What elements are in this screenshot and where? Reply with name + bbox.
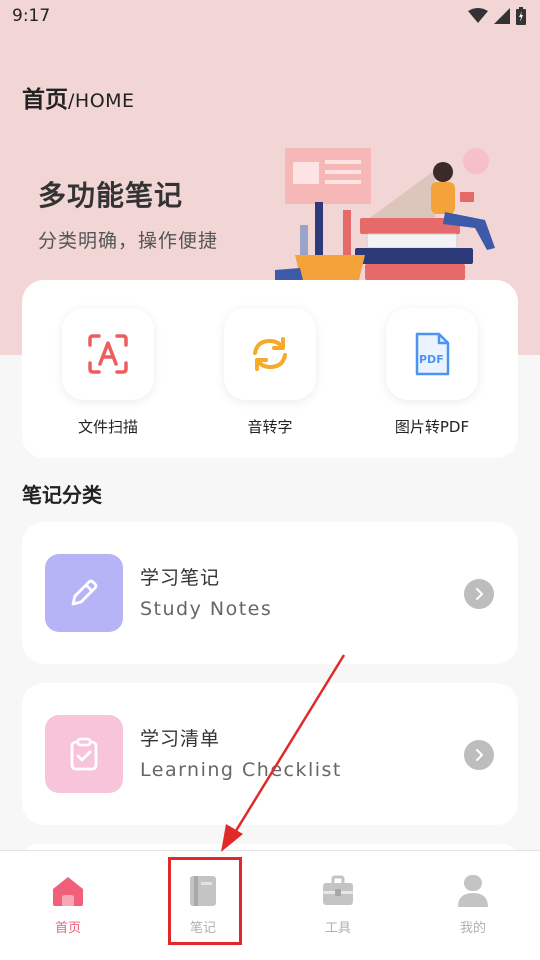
nav-label: 我的 <box>459 921 486 936</box>
bottom-navigation: 首页 笔记 工具 我的 <box>0 850 540 960</box>
chevron-right-icon[interactable] <box>464 579 494 609</box>
sync-convert-icon <box>253 337 287 371</box>
hero-subtitle: 分类明确，操作便捷 <box>38 230 219 252</box>
nav-profile[interactable]: 我的 <box>433 871 513 936</box>
page-title: 首页/HOME <box>22 87 135 113</box>
home-icon <box>53 877 83 906</box>
status-bar: 9:17 <box>0 0 540 34</box>
toolbox-icon <box>323 875 353 905</box>
tool-audio-to-text[interactable]: 音转字 <box>222 308 318 437</box>
system-icons <box>468 6 526 26</box>
nav-home[interactable]: 首页 <box>28 871 108 936</box>
chevron-right-icon[interactable] <box>464 740 494 770</box>
annotation-highlight-box <box>168 857 242 945</box>
clipboard-check-icon <box>70 737 98 771</box>
pdf-file-icon: PDF <box>415 332 450 376</box>
category-title: 学习笔记 <box>140 567 221 589</box>
profile-icon <box>458 875 488 907</box>
category-subtitle: Study Notes <box>140 598 273 620</box>
tool-label: 音转字 <box>247 418 293 436</box>
tool-image-to-pdf[interactable]: PDF 图片转PDF <box>384 308 480 437</box>
nav-label: 首页 <box>54 921 81 936</box>
tool-file-scan[interactable]: 文件扫描 <box>60 308 156 437</box>
nav-label: 工具 <box>324 921 351 936</box>
signal-icon <box>494 8 510 24</box>
hero-title: 多功能笔记 <box>38 179 184 212</box>
wifi-icon <box>468 8 488 23</box>
category-subtitle: Learning Checklist <box>140 759 342 781</box>
scan-text-icon <box>88 334 128 374</box>
category-learning-checklist[interactable]: 学习清单 Learning Checklist <box>22 683 518 825</box>
category-study-notes[interactable]: 学习笔记 Study Notes <box>22 522 518 664</box>
category-title: 学习清单 <box>140 728 221 750</box>
quick-tools-card: 文件扫描 音转字 PDF 图片转PDF <box>22 280 518 458</box>
nav-tools[interactable]: 工具 <box>298 871 378 936</box>
study-illustration <box>275 148 495 280</box>
pencil-icon <box>71 579 98 606</box>
tool-label: 图片转PDF <box>394 418 470 436</box>
status-time: 9:17 <box>12 6 51 26</box>
section-title: 笔记分类 <box>22 483 102 507</box>
tool-label: 文件扫描 <box>77 418 138 436</box>
battery-icon <box>516 7 526 25</box>
svg-text:PDF: PDF <box>419 353 444 366</box>
